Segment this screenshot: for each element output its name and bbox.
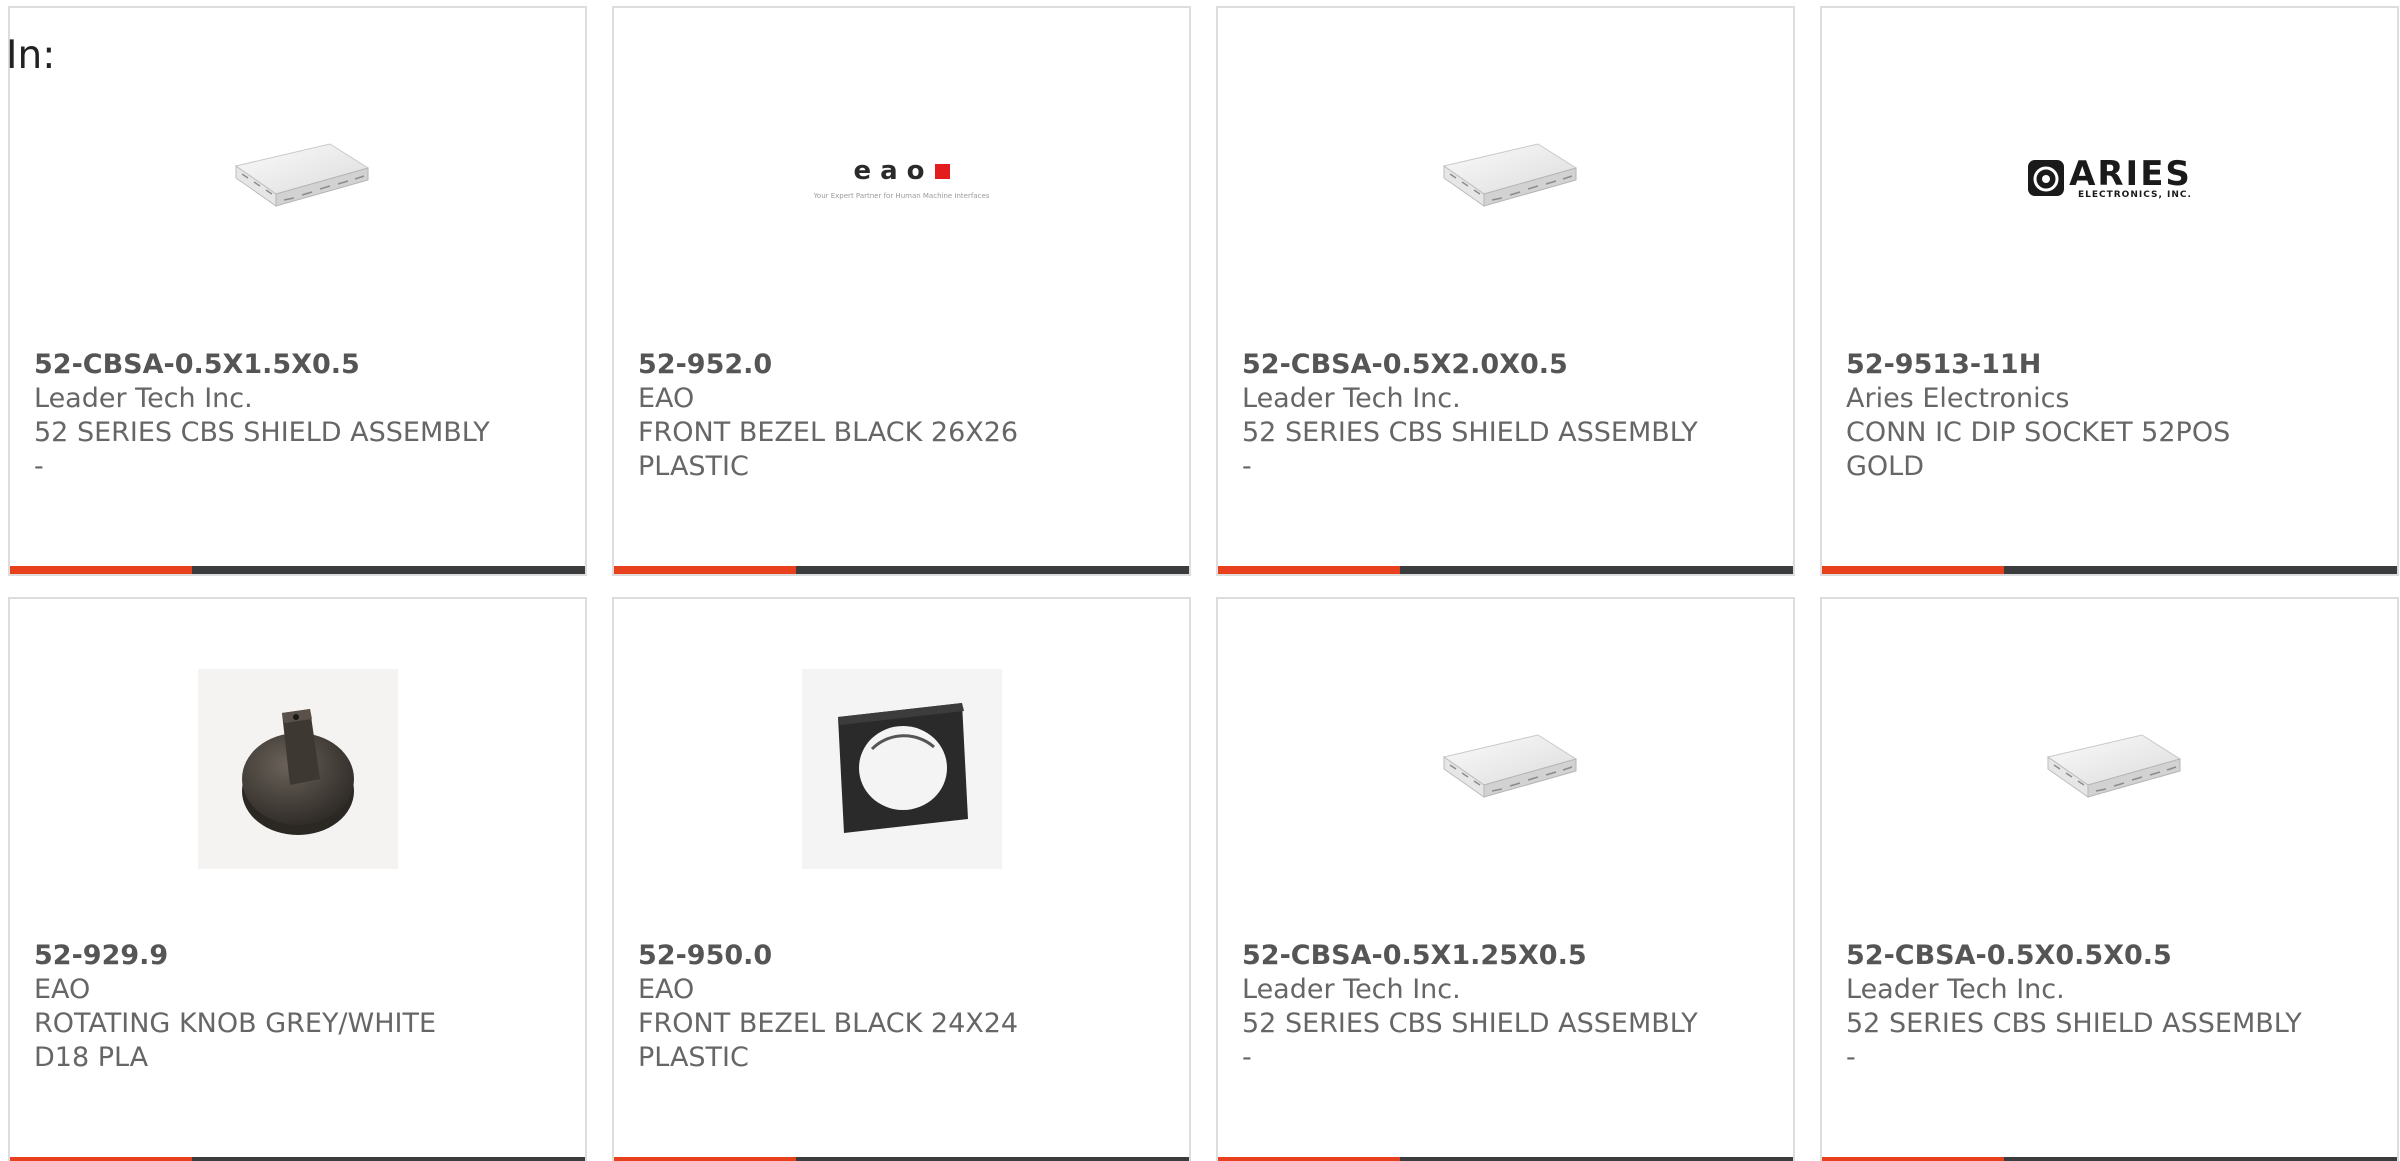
rotating-knob-icon [197, 669, 398, 869]
product-info: 52-950.0 EAO FRONT BEZEL BLACK 24X24 PLA… [638, 939, 1098, 1075]
card-bottom-bar [614, 1157, 1189, 1161]
product-info: 52-952.0 EAO FRONT BEZEL BLACK 26X26 PLA… [638, 348, 1098, 484]
manufacturer-name: Leader Tech Inc. [1242, 974, 1461, 1005]
eao-logo-word: eao [853, 156, 934, 186]
manufacturer-name: Aries Electronics [1846, 383, 2070, 414]
product-card[interactable]: 52-CBSA-0.5X0.5X0.5 Leader Tech Inc. 52 … [1820, 597, 2399, 1161]
product-image[interactable] [1218, 58, 1793, 298]
part-number-link[interactable]: 52-CBSA-0.5X1.25X0.5 [1242, 939, 1702, 973]
product-info: 52-CBSA-0.5X1.5X0.5 Leader Tech Inc. 52 … [34, 348, 494, 484]
manufacturer-name: Leader Tech Inc. [34, 383, 253, 414]
part-number-link[interactable]: 52-9513-11H [1846, 348, 2306, 382]
product-image[interactable]: eao Your Expert Partner for Human Machin… [614, 58, 1189, 298]
manufacturer-name: Leader Tech Inc. [1846, 974, 2065, 1005]
product-description: CONN IC DIP SOCKET 52POS GOLD [1846, 417, 2231, 482]
filter-in-label: In: [6, 33, 56, 78]
card-bottom-bar [10, 566, 585, 574]
product-card[interactable]: ARIES ELECTRONICS, INC. 52-9513-11H Arie… [1820, 6, 2399, 576]
shield-assembly-icon [218, 128, 378, 228]
front-bezel-icon [801, 669, 1002, 869]
product-description: 52 SERIES CBS SHIELD ASSEMBLY - [34, 417, 490, 482]
product-info: 52-CBSA-0.5X1.25X0.5 Leader Tech Inc. 52… [1242, 939, 1702, 1075]
shield-assembly-icon [1426, 719, 1586, 819]
card-bottom-bar [1822, 566, 2397, 574]
product-description: FRONT BEZEL BLACK 26X26 PLASTIC [638, 417, 1019, 482]
aries-logo-word: ARIES [2069, 153, 2192, 194]
aries-ram-icon [2028, 160, 2065, 196]
product-info: 52-929.9 EAO ROTATING KNOB GREY/WHITE D1… [34, 939, 494, 1075]
product-description: FRONT BEZEL BLACK 24X24 PLASTIC [638, 1008, 1019, 1073]
part-number-link[interactable]: 52-CBSA-0.5X0.5X0.5 [1846, 939, 2306, 973]
manufacturer-name: EAO [638, 974, 695, 1005]
shield-assembly-icon [1426, 128, 1586, 228]
aries-logo: ARIES ELECTRONICS, INC. [2027, 157, 2192, 200]
aries-logo-sub: ELECTRONICS, INC. [2077, 189, 2192, 200]
product-description: ROTATING KNOB GREY/WHITE D18 PLA [34, 1008, 437, 1073]
manufacturer-name: Leader Tech Inc. [1242, 383, 1461, 414]
product-image[interactable] [10, 58, 585, 298]
product-card[interactable]: 52-CBSA-0.5X1.25X0.5 Leader Tech Inc. 52… [1216, 597, 1795, 1161]
product-image[interactable] [1218, 649, 1793, 889]
card-bottom-bar [1822, 1157, 2397, 1161]
card-bottom-bar [1218, 566, 1793, 574]
part-number-link[interactable]: 52-929.9 [34, 939, 494, 973]
product-grid: 52-CBSA-0.5X1.5X0.5 Leader Tech Inc. 52 … [8, 6, 2399, 1161]
product-card[interactable]: 52-929.9 EAO ROTATING KNOB GREY/WHITE D1… [8, 597, 587, 1161]
eao-logo-square [934, 163, 950, 179]
product-image[interactable]: ARIES ELECTRONICS, INC. [1822, 58, 2397, 298]
shield-assembly-icon [2030, 719, 2190, 819]
product-card[interactable]: 52-950.0 EAO FRONT BEZEL BLACK 24X24 PLA… [612, 597, 1191, 1161]
part-number-link[interactable]: 52-950.0 [638, 939, 1098, 973]
product-description: 52 SERIES CBS SHIELD ASSEMBLY - [1242, 417, 1698, 482]
eao-logo: eao Your Expert Partner for Human Machin… [814, 156, 990, 200]
product-image[interactable] [614, 649, 1189, 889]
card-bottom-bar [10, 1157, 585, 1161]
card-bottom-bar [614, 566, 1189, 574]
manufacturer-name: EAO [638, 383, 695, 414]
product-description: 52 SERIES CBS SHIELD ASSEMBLY - [1242, 1008, 1698, 1073]
product-card[interactable]: eao Your Expert Partner for Human Machin… [612, 6, 1191, 576]
product-image[interactable] [1822, 649, 2397, 889]
part-number-link[interactable]: 52-CBSA-0.5X2.0X0.5 [1242, 348, 1702, 382]
product-info: 52-CBSA-0.5X2.0X0.5 Leader Tech Inc. 52 … [1242, 348, 1702, 484]
product-info: 52-9513-11H Aries Electronics CONN IC DI… [1846, 348, 2306, 484]
product-results-page: In: 52-CBSA-0.5X1.5X0.5 Leader Tech Inc.… [0, 0, 2400, 1161]
product-card[interactable]: 52-CBSA-0.5X1.5X0.5 Leader Tech Inc. 52 … [8, 6, 587, 576]
part-number-link[interactable]: 52-952.0 [638, 348, 1098, 382]
product-card[interactable]: 52-CBSA-0.5X2.0X0.5 Leader Tech Inc. 52 … [1216, 6, 1795, 576]
card-bottom-bar [1218, 1157, 1793, 1161]
product-info: 52-CBSA-0.5X0.5X0.5 Leader Tech Inc. 52 … [1846, 939, 2306, 1075]
product-image[interactable] [10, 649, 585, 889]
product-description: 52 SERIES CBS SHIELD ASSEMBLY - [1846, 1008, 2302, 1073]
eao-logo-tagline: Your Expert Partner for Human Machine In… [813, 192, 990, 200]
part-number-link[interactable]: 52-CBSA-0.5X1.5X0.5 [34, 348, 494, 382]
manufacturer-name: EAO [34, 974, 91, 1005]
